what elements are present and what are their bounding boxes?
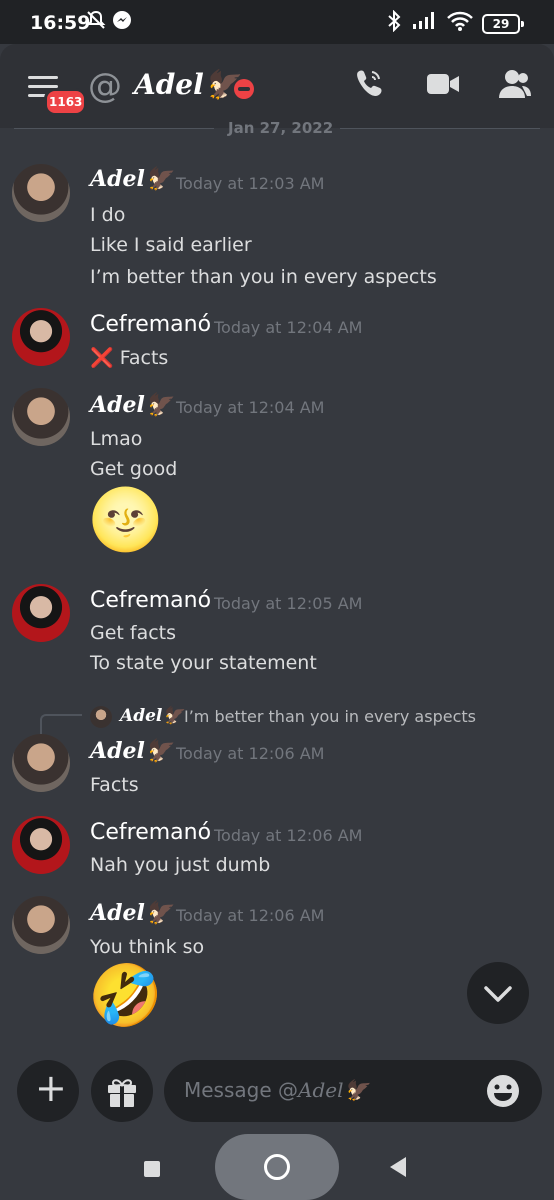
reply-text: I’m better than you in every aspects (184, 707, 476, 726)
message-text: Get facts (90, 622, 177, 644)
system-nav-bar (0, 1134, 554, 1200)
message-text: To state your statement (90, 652, 317, 674)
message-timestamp: Today at 12:04 AM (214, 318, 363, 337)
message-text: Facts (90, 774, 139, 796)
message-text: Get good (90, 458, 178, 480)
message-text: Lmao (90, 428, 143, 450)
placeholder-name: Adel🦅 (298, 1078, 369, 1102)
reply-avatar (90, 706, 112, 728)
bell-off-icon (86, 10, 106, 35)
back-button[interactable] (390, 1157, 406, 1177)
message-text: You think so (90, 936, 205, 958)
channel-header: 1163 @ Adel🦅 (0, 44, 554, 128)
message-timestamp: Today at 12:06 AM (176, 906, 325, 925)
chevron-down-icon (484, 986, 512, 1002)
avatar[interactable] (12, 734, 70, 792)
emoji-picker-icon[interactable] (486, 1074, 520, 1108)
message-author[interactable]: Adel🦅 (90, 392, 172, 418)
signal-icon (412, 10, 438, 35)
moon-face-emoji: 🌝 (88, 485, 163, 555)
message-text: ❌ Facts (90, 347, 169, 369)
home-circle-icon (264, 1154, 290, 1180)
reply-author: Adel🦅 (120, 706, 184, 726)
message-placeholder: Message @Adel🦅 (184, 1078, 368, 1102)
message-timestamp: Today at 12:05 AM (214, 594, 363, 613)
video-call-icon[interactable] (426, 66, 460, 106)
message-text: Nah you just dumb (90, 854, 271, 876)
members-icon[interactable] (498, 66, 532, 106)
message-composer: + Message @Adel🦅 (0, 1048, 554, 1138)
avatar[interactable] (12, 164, 70, 222)
message-text: I’m better than you in every aspects (90, 266, 437, 288)
reply-reference[interactable]: Adel🦅 I’m better than you in every aspec… (0, 704, 554, 734)
plus-icon: + (35, 1066, 67, 1110)
home-button[interactable] (215, 1134, 339, 1200)
avatar[interactable] (12, 584, 70, 642)
messenger-icon (112, 10, 132, 35)
avatar[interactable] (12, 816, 70, 874)
dnd-status-icon (234, 79, 254, 99)
message-author[interactable]: Cefremanó (90, 312, 211, 337)
channel-title[interactable]: Adel🦅 (134, 68, 239, 101)
avatar[interactable] (12, 896, 70, 954)
message-author[interactable]: Adel🦅 (90, 166, 172, 192)
message-author[interactable]: Cefremanó (90, 820, 211, 845)
gift-icon (108, 1079, 136, 1107)
message-timestamp: Today at 12:04 AM (176, 398, 325, 417)
jump-to-latest-button[interactable] (467, 962, 529, 1024)
message-timestamp: Today at 12:06 AM (214, 826, 363, 845)
avatar[interactable] (12, 308, 70, 366)
at-icon: @ (88, 66, 122, 106)
message-author[interactable]: Adel🦅 (90, 900, 172, 926)
message-input[interactable]: Message @Adel🦅 (164, 1060, 542, 1122)
rofl-emoji: 🤣 (88, 961, 163, 1031)
reply-spine (40, 714, 82, 734)
wifi-icon (446, 10, 474, 37)
battery-indicator: 29 (482, 14, 524, 34)
avatar[interactable] (12, 388, 70, 446)
recent-apps-button[interactable] (144, 1161, 160, 1177)
status-time: 16:59 (30, 12, 91, 34)
message-author[interactable]: Cefremanó (90, 588, 211, 613)
message-text: Like I said earlier (90, 234, 252, 256)
unread-badge: 1163 (44, 88, 88, 116)
message-list[interactable]: Adel🦅 Today at 12:03 AM I do Like I said… (0, 128, 554, 1048)
message-text: I do (90, 204, 126, 226)
menu-line (28, 76, 58, 79)
status-bar: 16:59 29 (0, 0, 554, 44)
gift-button[interactable] (91, 1060, 153, 1122)
bluetooth-icon (386, 9, 402, 37)
message-timestamp: Today at 12:06 AM (176, 744, 325, 763)
placeholder-prefix: Message @ (184, 1078, 299, 1102)
voice-call-icon[interactable] (352, 66, 384, 106)
add-attachment-button[interactable]: + (17, 1060, 79, 1122)
message-timestamp: Today at 12:03 AM (176, 174, 325, 193)
message-author[interactable]: Adel🦅 (90, 738, 172, 764)
